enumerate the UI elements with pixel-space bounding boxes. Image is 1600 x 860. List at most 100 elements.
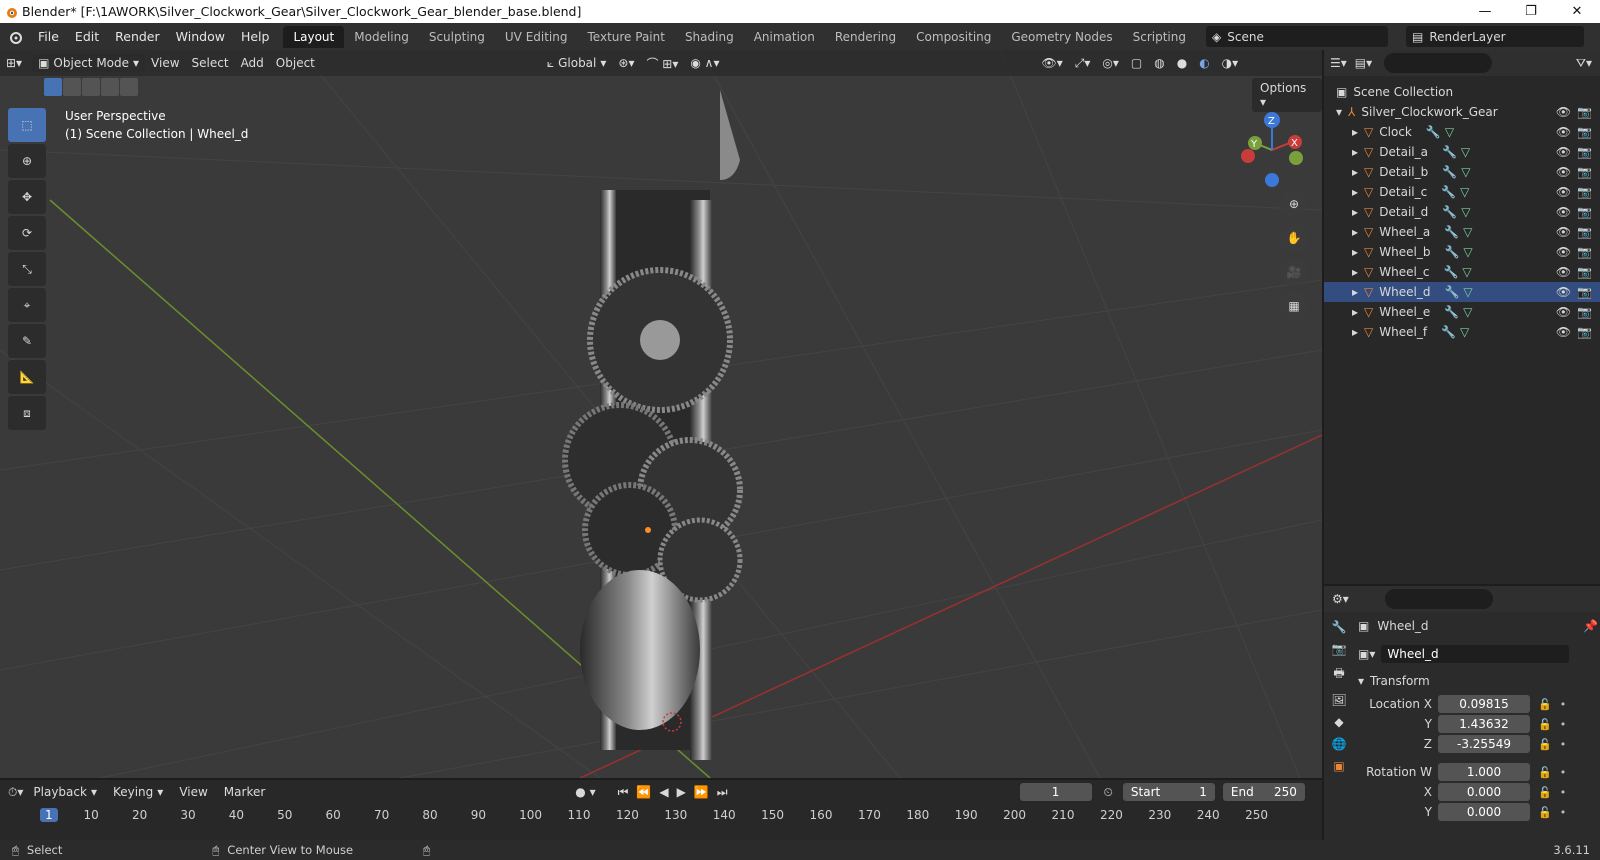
camera-icon[interactable]: 📷 — [1577, 305, 1592, 319]
current-frame-field[interactable]: 1 — [1019, 783, 1092, 801]
snap-icon[interactable]: ⌒ ⊞▾ — [640, 53, 684, 74]
orientation-selector[interactable]: ⟀ Global ▾ — [541, 54, 613, 73]
chevron-right-icon[interactable]: ▸ — [1352, 165, 1358, 179]
eye-icon[interactable]: 👁 — [1556, 125, 1571, 139]
camera-icon[interactable]: 📷 — [1577, 285, 1592, 299]
menu-view[interactable]: View — [145, 54, 185, 72]
measure-icon[interactable]: 📐 — [8, 360, 46, 394]
object-data-icon[interactable]: ▣▾ — [1358, 647, 1375, 661]
eye-icon[interactable]: 👁 — [1556, 305, 1571, 319]
eye-icon[interactable]: 👁 — [1556, 325, 1571, 339]
tab-compositing[interactable]: Compositing — [906, 26, 1001, 48]
camera-icon[interactable]: 📷 — [1577, 125, 1592, 139]
tab-rendering[interactable]: Rendering — [825, 26, 906, 48]
menu-select[interactable]: Select — [186, 54, 235, 72]
keyframe-dot-icon[interactable]: • — [1560, 738, 1567, 751]
renderlayer-selector[interactable]: ▤ RenderLayer — [1406, 26, 1584, 47]
transform-value-field[interactable]: 0.000 — [1438, 783, 1530, 801]
transform-value-field[interactable]: 0.09815 — [1438, 695, 1530, 713]
3d-viewport[interactable]: ⊞▾ ▣ Object Mode ▾ View Select Add Objec… — [0, 50, 1322, 778]
transform-panel-header[interactable]: ▾ Transform — [1358, 668, 1598, 694]
options-button[interactable]: Options ▾ — [1252, 78, 1322, 112]
navigation-gizmo[interactable]: Z X Y — [1240, 110, 1310, 200]
eye-icon[interactable]: 👁 — [1556, 185, 1571, 199]
modifier-wrench-icon[interactable]: 🔧 — [1442, 205, 1457, 219]
mesh-data-icon[interactable]: ▽ — [1462, 265, 1471, 279]
record-icon[interactable]: ● ▾ — [575, 785, 595, 799]
end-frame-field[interactable]: End 250 — [1222, 783, 1305, 801]
menu-marker[interactable]: Marker — [218, 783, 271, 801]
mode-selector[interactable]: ▣ Object Mode ▾ — [32, 54, 146, 72]
eye-icon[interactable]: 👁 — [1556, 265, 1571, 279]
outliner-item-wheel-c[interactable]: ▸ ▽ Wheel_c 🔧 ▽ 👁 📷 — [1324, 262, 1600, 282]
lock-icon[interactable]: 🔓 — [1538, 698, 1552, 711]
transform-value-field[interactable]: 0.000 — [1438, 803, 1530, 821]
menu-window[interactable]: Window — [168, 29, 233, 44]
shading-rendered-icon[interactable]: ◑▾ — [1216, 54, 1245, 72]
keyframe-dot-icon[interactable]: • — [1560, 806, 1567, 819]
modifier-wrench-icon[interactable]: 🔧 — [1444, 225, 1459, 239]
camera-view-icon[interactable]: 🎥 — [1280, 258, 1308, 286]
world-tab-icon[interactable]: 🌐 — [1332, 737, 1347, 751]
visibility-icon[interactable]: 👁▾ — [1035, 54, 1068, 72]
outliner-item-detail-c[interactable]: ▸ ▽ Detail_c 🔧 ▽ 👁 📷 — [1324, 182, 1600, 202]
tab-modeling[interactable]: Modeling — [344, 26, 419, 48]
camera-icon[interactable]: 📷 — [1577, 165, 1592, 179]
modifier-wrench-icon[interactable]: 🔧 — [1441, 325, 1456, 339]
shading-material-icon[interactable]: ◐ — [1193, 54, 1215, 72]
camera-icon[interactable]: 📷 — [1577, 185, 1592, 199]
move-icon[interactable]: ✥ — [8, 180, 46, 214]
modifier-wrench-icon[interactable]: 🔧 — [1444, 305, 1459, 319]
outliner-item-detail-a[interactable]: ▸ ▽ Detail_a 🔧 ▽ 👁 📷 — [1324, 142, 1600, 162]
lock-icon[interactable]: 🔓 — [1538, 738, 1552, 751]
start-frame-field[interactable]: Start 1 — [1122, 783, 1215, 801]
eye-icon[interactable]: 👁 — [1556, 205, 1571, 219]
lock-icon[interactable]: 🔓 — [1538, 766, 1552, 779]
shading-solid-icon[interactable]: ● — [1171, 54, 1193, 72]
chevron-right-icon[interactable]: ▸ — [1352, 185, 1358, 199]
outliner-item-wheel-f[interactable]: ▸ ▽ Wheel_f 🔧 ▽ 👁 📷 — [1324, 322, 1600, 342]
close-button[interactable]: ✕ — [1554, 0, 1600, 23]
scene-collection-row[interactable]: ▣ Scene Collection — [1324, 82, 1600, 102]
keyframe-dot-icon[interactable]: • — [1560, 698, 1567, 711]
modifier-wrench-icon[interactable]: 🔧 — [1441, 185, 1456, 199]
transform-icon[interactable]: ⌖ — [8, 288, 46, 322]
chevron-right-icon[interactable]: ▸ — [1352, 205, 1358, 219]
render-tab-icon[interactable]: 📷 — [1332, 642, 1347, 656]
camera-icon[interactable]: 📷 — [1577, 325, 1592, 339]
modifier-wrench-icon[interactable]: 🔧 — [1442, 145, 1457, 159]
outliner-item-wheel-e[interactable]: ▸ ▽ Wheel_e 🔧 ▽ 👁 📷 — [1324, 302, 1600, 322]
chevron-right-icon[interactable]: ▸ — [1352, 325, 1358, 339]
select-invert-icon[interactable] — [101, 78, 119, 96]
object-name-field[interactable]: Wheel_d — [1381, 645, 1570, 663]
modifier-wrench-icon[interactable]: 🔧 — [1444, 245, 1459, 259]
lock-icon[interactable]: 🔓 — [1538, 786, 1552, 799]
menu-file[interactable]: File — [30, 29, 67, 44]
camera-icon[interactable]: 📷 — [1577, 265, 1592, 279]
blender-menu-icon[interactable] — [0, 29, 30, 45]
pan-hand-icon[interactable]: ✋ — [1280, 224, 1308, 252]
eye-icon[interactable]: 👁 — [1556, 165, 1571, 179]
modifier-wrench-icon[interactable]: 🔧 — [1443, 265, 1458, 279]
editor-type-button[interactable]: ⚙▾ — [1332, 592, 1349, 606]
mesh-data-icon[interactable]: ▽ — [1463, 225, 1472, 239]
select-intersect-icon[interactable] — [120, 78, 138, 96]
output-tab-icon[interactable]: 🖶 — [1333, 664, 1344, 685]
modifier-wrench-icon[interactable]: 🔧 — [1444, 285, 1459, 299]
timeline-ruler[interactable]: 1 10 20 30 40 50 60 70 80 90 100 110 120 130 140 150 160… — [0, 806, 1322, 826]
annotate-icon[interactable]: ✎ — [8, 324, 46, 358]
chevron-right-icon[interactable]: ▸ — [1352, 145, 1358, 159]
tab-uv-editing[interactable]: UV Editing — [495, 26, 578, 48]
tab-animation[interactable]: Animation — [744, 26, 825, 48]
modifier-wrench-icon[interactable]: 🔧 — [1442, 165, 1457, 179]
select-subtract-icon[interactable] — [82, 78, 100, 96]
tab-layout[interactable]: Layout — [283, 25, 345, 48]
menu-edit[interactable]: Edit — [67, 29, 107, 44]
menu-help[interactable]: Help — [233, 29, 278, 44]
outliner-item-clock[interactable]: ▸ ▽ Clock 🔧 ▽ 👁 📷 — [1324, 122, 1600, 142]
select-extend-icon[interactable] — [63, 78, 81, 96]
outliner-item-wheel-d[interactable]: ▸ ▽ Wheel_d 🔧 ▽ 👁 📷 — [1324, 282, 1600, 302]
tab-geometry-nodes[interactable]: Geometry Nodes — [1001, 26, 1122, 48]
mesh-data-icon[interactable]: ▽ — [1461, 205, 1470, 219]
ortho-grid-icon[interactable]: ▦ — [1280, 292, 1308, 320]
